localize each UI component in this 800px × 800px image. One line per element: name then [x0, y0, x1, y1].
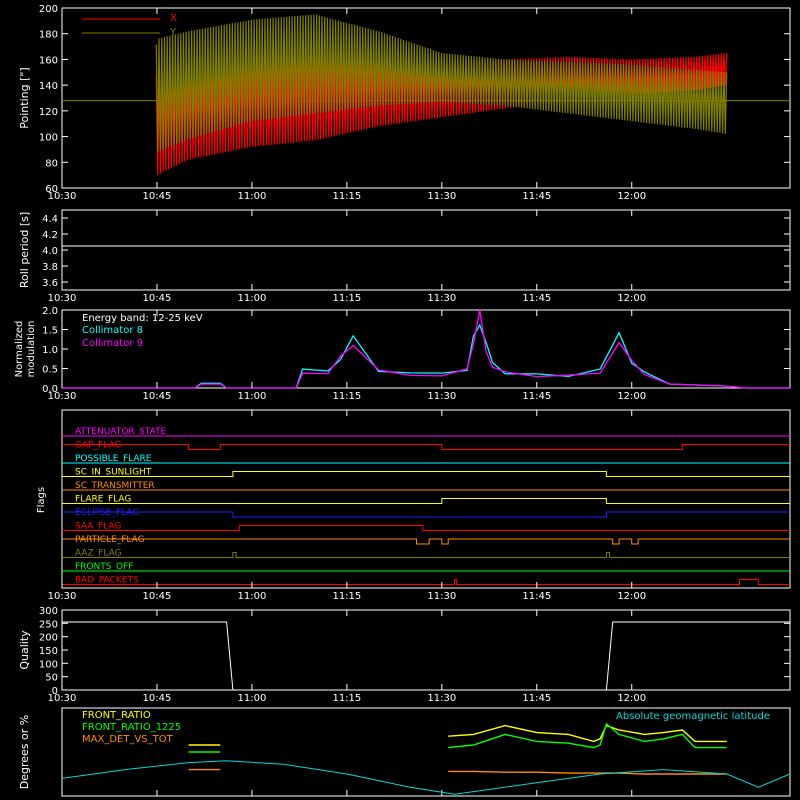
xtick-label: 10:45	[143, 293, 172, 304]
ytick-label: 3.8	[42, 262, 58, 273]
xtick-label: 11:15	[332, 191, 361, 202]
modulation-legend-coll9: Collimator 9	[82, 338, 143, 349]
ytick-label: 1.0	[42, 345, 58, 356]
xtick-label: 11:00	[237, 391, 266, 402]
xtick-label: 10:30	[48, 591, 77, 602]
xtick-label: 11:00	[237, 591, 266, 602]
flag-label: GAP_FLAG	[75, 441, 121, 451]
ratios-legend-geomag: Absolute geomagnetic latitude	[616, 711, 770, 722]
xtick-label: 11:30	[427, 391, 456, 402]
ytick-label: 100	[39, 133, 58, 144]
xtick-label: 10:45	[143, 391, 172, 402]
ytick-label: 3.6	[42, 278, 58, 289]
xtick-label: 10:30	[48, 191, 77, 202]
ytick-label: 200	[39, 633, 58, 644]
xtick-label: 11:45	[522, 293, 551, 304]
ytick-label: 150	[39, 646, 58, 657]
ytick-label: 2.0	[42, 306, 58, 317]
ratios-legend-max-det: MAX_DET_VS_TOT	[82, 734, 174, 745]
modulation-ylabel-1: Normalized	[14, 321, 25, 378]
ytick-label: 120	[39, 107, 58, 118]
pointing-ylabel: Pointing ["]	[18, 67, 31, 128]
figure: 6080100120140160180200 Pointing ["] X Y …	[0, 0, 800, 800]
xtick-label: 10:30	[48, 293, 77, 304]
modulation-legend-coll8: Collimator 8	[82, 325, 143, 336]
xtick-label: 11:15	[332, 591, 361, 602]
xtick-label: 11:15	[332, 293, 361, 304]
ytick-label: 250	[39, 619, 58, 630]
ytick-label: 4.4	[42, 214, 58, 225]
flag-label: ECLIPSE_FLAG	[75, 508, 139, 518]
xtick-label: 10:45	[143, 693, 172, 704]
xtick-label: 11:30	[427, 693, 456, 704]
ytick-label: 180	[39, 30, 58, 41]
ytick-label: 0.5	[42, 365, 58, 376]
ytick-label: 4.2	[42, 230, 58, 241]
xtick-label: 11:30	[427, 191, 456, 202]
xtick-label: 10:45	[143, 191, 172, 202]
xtick-label: 12:00	[617, 191, 646, 202]
ytick-label: 300	[39, 606, 58, 617]
flags-ylabel: Flags	[36, 487, 47, 513]
xtick-label: 11:45	[522, 591, 551, 602]
xtick-label: 10:30	[48, 693, 77, 704]
xtick-label: 11:45	[522, 191, 551, 202]
ratios-legend-front-ratio: FRONT_RATIO	[82, 710, 151, 721]
ytick-label: 80	[45, 158, 58, 169]
xtick-label: 11:15	[332, 391, 361, 402]
xtick-label: 11:15	[332, 693, 361, 704]
xtick-label: 12:00	[617, 293, 646, 304]
legend-x-label: X	[170, 13, 177, 24]
xtick-label: 12:00	[617, 693, 646, 704]
modulation-ylabel-2: modulation	[26, 321, 37, 378]
modulation-legend-title: Energy band: 12-25 keV	[82, 313, 203, 324]
legend-y-label: Y	[169, 27, 177, 38]
xtick-label: 10:30	[48, 391, 77, 402]
ytick-label: 100	[39, 659, 58, 670]
xtick-label: 11:00	[237, 293, 266, 304]
xtick-label: 11:30	[427, 591, 456, 602]
xtick-label: 11:30	[427, 293, 456, 304]
roll-ylabel: Roll period [s]	[18, 212, 31, 288]
ytick-label: 200	[39, 4, 58, 15]
xtick-label: 10:45	[143, 591, 172, 602]
ratios-legend-front-ratio-1225: FRONT_RATIO_1225	[82, 722, 181, 733]
xtick-label: 11:45	[522, 391, 551, 402]
ytick-label: 140	[39, 81, 58, 92]
xtick-label: 11:00	[237, 693, 266, 704]
ytick-label: 50	[45, 673, 58, 684]
xtick-label: 11:45	[522, 693, 551, 704]
ratios-ylabel: Degrees or %	[18, 715, 31, 789]
xtick-label: 11:00	[237, 191, 266, 202]
quality-ylabel: Quality	[18, 630, 31, 670]
ytick-label: 4.0	[42, 246, 58, 257]
xtick-label: 12:00	[617, 591, 646, 602]
ytick-label: 1.5	[42, 326, 58, 337]
xtick-label: 12:00	[617, 391, 646, 402]
ytick-label: 160	[39, 55, 58, 66]
flag-label: PARTICLE_FLAG	[75, 535, 145, 545]
